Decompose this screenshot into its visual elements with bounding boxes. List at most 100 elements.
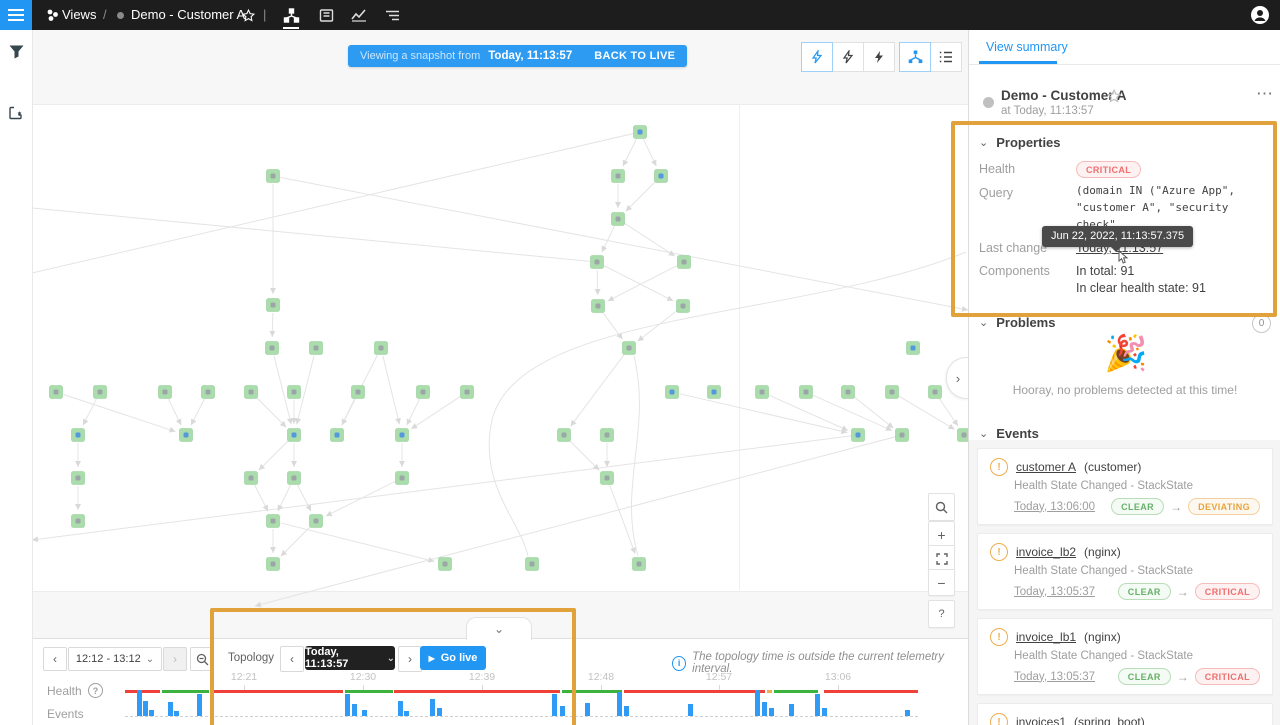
- traces-view-icon[interactable]: [380, 4, 404, 26]
- snapshot-banner[interactable]: Viewing a snapshot from Today, 11:13:57 …: [348, 45, 687, 67]
- list-layout-icon[interactable]: [930, 42, 962, 72]
- topology-node[interactable]: [288, 386, 301, 399]
- topology-node[interactable]: [267, 515, 280, 528]
- range-prev-button[interactable]: ‹: [43, 647, 67, 671]
- event-component-name[interactable]: invoice_lb2: [1016, 545, 1076, 559]
- topology-node[interactable]: [439, 558, 452, 571]
- events-section-header[interactable]: ⌄ Events: [979, 426, 1039, 441]
- topology-node[interactable]: [245, 472, 258, 485]
- topology-node[interactable]: [202, 386, 215, 399]
- topology-node[interactable]: [612, 213, 625, 226]
- event-component-name[interactable]: invoice_lb1: [1016, 630, 1076, 644]
- topology-node[interactable]: [677, 300, 690, 313]
- topology-node[interactable]: [633, 558, 646, 571]
- topology-node[interactable]: [601, 429, 614, 442]
- topology-node[interactable]: [72, 429, 85, 442]
- telemetry-chart-icon[interactable]: [347, 4, 371, 26]
- topology-node[interactable]: [526, 558, 539, 571]
- topology-view-icon[interactable]: [279, 4, 303, 26]
- topology-node[interactable]: [72, 472, 85, 485]
- event-card[interactable]: !customer A(customer)Health State Change…: [977, 448, 1273, 525]
- more-options-button[interactable]: ⋯: [1256, 84, 1273, 104]
- topology-node[interactable]: [417, 386, 430, 399]
- view-settings-icon[interactable]: [4, 101, 28, 125]
- user-avatar-icon[interactable]: [1248, 4, 1272, 26]
- topology-node[interactable]: [756, 386, 769, 399]
- timeline-zoom-out-icon[interactable]: [190, 647, 214, 671]
- go-live-button[interactable]: ▶ Go live: [420, 646, 486, 670]
- topology-node[interactable]: [288, 472, 301, 485]
- back-to-live-button[interactable]: BACK TO LIVE: [594, 50, 675, 62]
- topology-node[interactable]: [396, 472, 409, 485]
- event-card[interactable]: !invoice_lb1(nginx)Health State Changed …: [977, 618, 1273, 695]
- timeline-collapse-tab[interactable]: ⌄: [466, 617, 532, 640]
- topology-node[interactable]: [929, 386, 942, 399]
- event-component-name[interactable]: customer A: [1016, 460, 1076, 474]
- event-timestamp[interactable]: Today, 13:06:00: [1014, 501, 1095, 513]
- topology-node[interactable]: [352, 386, 365, 399]
- lightning-filled-icon[interactable]: [863, 42, 895, 72]
- favorite-star-icon[interactable]: [236, 4, 260, 26]
- topology-node[interactable]: [896, 429, 909, 442]
- topology-time-dropdown[interactable]: Today, 11:13:57 ⌄: [305, 646, 395, 670]
- range-next-button[interactable]: ›: [163, 647, 187, 671]
- topology-node[interactable]: [558, 429, 571, 442]
- topology-node[interactable]: [180, 429, 193, 442]
- breadcrumb-views[interactable]: Views: [62, 0, 96, 30]
- topology-node[interactable]: [267, 558, 280, 571]
- help-button[interactable]: ?: [928, 600, 955, 628]
- event-timestamp[interactable]: Today, 13:05:37: [1014, 586, 1095, 598]
- properties-section-header[interactable]: ⌄ Properties: [979, 135, 1061, 150]
- breadcrumb-view-title[interactable]: Demo - Customer A: [131, 0, 245, 30]
- topology-node[interactable]: [267, 299, 280, 312]
- zoom-out-button[interactable]: −: [928, 569, 955, 596]
- topology-node[interactable]: [50, 386, 63, 399]
- topology-node[interactable]: [800, 386, 813, 399]
- topology-node[interactable]: [461, 386, 474, 399]
- time-range-dropdown[interactable]: 12:12 - 13:12 ⌄: [68, 647, 162, 671]
- topology-node[interactable]: [666, 386, 679, 399]
- topology-time-next-button[interactable]: ›: [398, 646, 422, 672]
- topology-node[interactable]: [591, 256, 604, 269]
- health-help-icon[interactable]: ?: [88, 683, 103, 698]
- topology-node[interactable]: [852, 429, 865, 442]
- topology-node[interactable]: [592, 300, 605, 313]
- search-canvas-icon[interactable]: [928, 493, 955, 521]
- topology-canvas[interactable]: Viewing a snapshot from Today, 11:13:57 …: [32, 30, 968, 638]
- topology-node[interactable]: [375, 342, 388, 355]
- topology-node[interactable]: [310, 515, 323, 528]
- topology-node[interactable]: [886, 386, 899, 399]
- topology-node[interactable]: [708, 386, 721, 399]
- snapshot-banner-time[interactable]: Today, 11:13:57: [488, 50, 572, 62]
- lightning-all-icon[interactable]: [801, 42, 833, 72]
- topology-node[interactable]: [94, 386, 107, 399]
- topology-node[interactable]: [331, 429, 344, 442]
- topology-node[interactable]: [842, 386, 855, 399]
- topology-node[interactable]: [288, 429, 301, 442]
- event-component-name[interactable]: invoices1: [1016, 715, 1066, 725]
- tab-view-summary[interactable]: View summary: [986, 40, 1068, 54]
- topology-node[interactable]: [678, 256, 691, 269]
- filter-icon[interactable]: [4, 40, 28, 64]
- topology-node[interactable]: [907, 342, 920, 355]
- hamburger-menu-button[interactable]: [0, 0, 32, 30]
- favorite-star-icon[interactable]: [1107, 89, 1121, 103]
- topology-node[interactable]: [310, 342, 323, 355]
- topology-node[interactable]: [655, 170, 668, 183]
- topology-node[interactable]: [958, 429, 969, 442]
- topology-node[interactable]: [266, 342, 279, 355]
- lightning-outline-icon[interactable]: [832, 42, 864, 72]
- components-view-icon[interactable]: [314, 4, 338, 26]
- topology-node[interactable]: [634, 126, 647, 139]
- topology-node[interactable]: [612, 170, 625, 183]
- topology-node[interactable]: [396, 429, 409, 442]
- topology-node[interactable]: [72, 515, 85, 528]
- topology-node[interactable]: [267, 170, 280, 183]
- topology-time-prev-button[interactable]: ‹: [280, 646, 304, 672]
- problems-section-header[interactable]: ⌄ Problems: [979, 315, 1055, 330]
- event-card[interactable]: !invoice_lb2(nginx)Health State Changed …: [977, 533, 1273, 610]
- topology-node[interactable]: [245, 386, 258, 399]
- topology-layout-icon[interactable]: [899, 42, 931, 72]
- topology-node[interactable]: [601, 472, 614, 485]
- zoom-in-button[interactable]: +: [928, 521, 955, 548]
